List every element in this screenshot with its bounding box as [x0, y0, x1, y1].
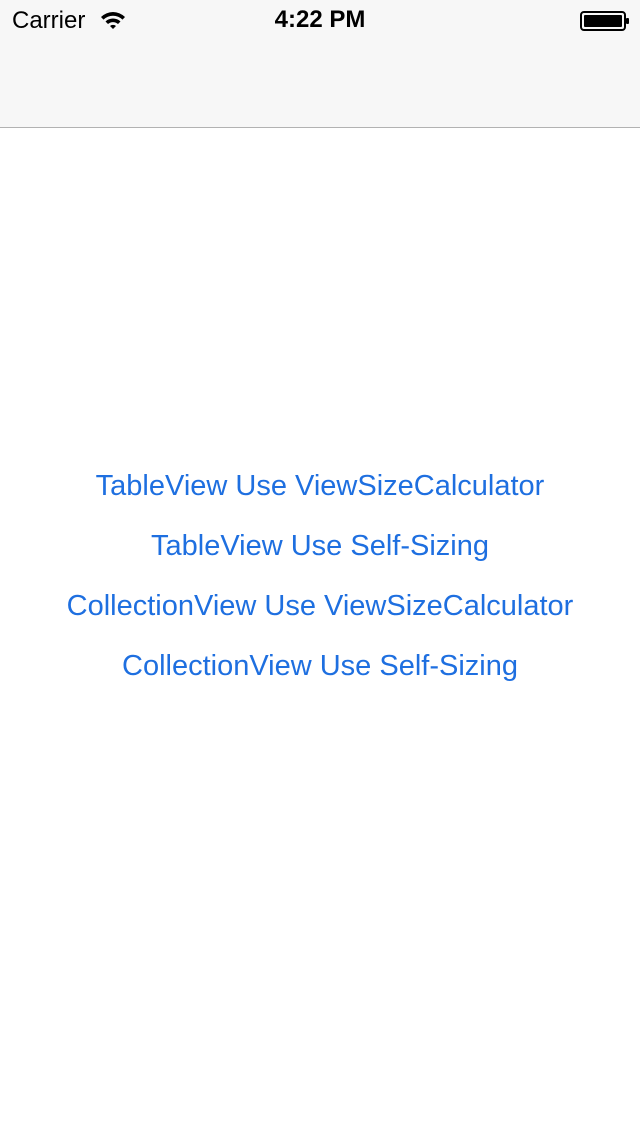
- collectionview-viewsizecalculator-button[interactable]: CollectionView Use ViewSizeCalculator: [0, 576, 640, 636]
- status-bar: Carrier 4:22 PM: [0, 0, 640, 40]
- menu-list: TableView Use ViewSizeCalculator TableVi…: [0, 456, 640, 696]
- screen: Carrier 4:22 PM TableView Use ViewSizeCa…: [0, 0, 640, 1136]
- status-time: 4:22 PM: [274, 6, 366, 33]
- tableview-viewsizecalculator-button[interactable]: TableView Use ViewSizeCalculator: [0, 456, 640, 516]
- navigation-bar: Carrier 4:22 PM: [0, 0, 640, 128]
- tableview-self-sizing-button[interactable]: TableView Use Self-Sizing: [0, 516, 640, 576]
- battery-full-icon: [580, 11, 630, 31]
- collectionview-self-sizing-button[interactable]: CollectionView Use Self-Sizing: [0, 636, 640, 696]
